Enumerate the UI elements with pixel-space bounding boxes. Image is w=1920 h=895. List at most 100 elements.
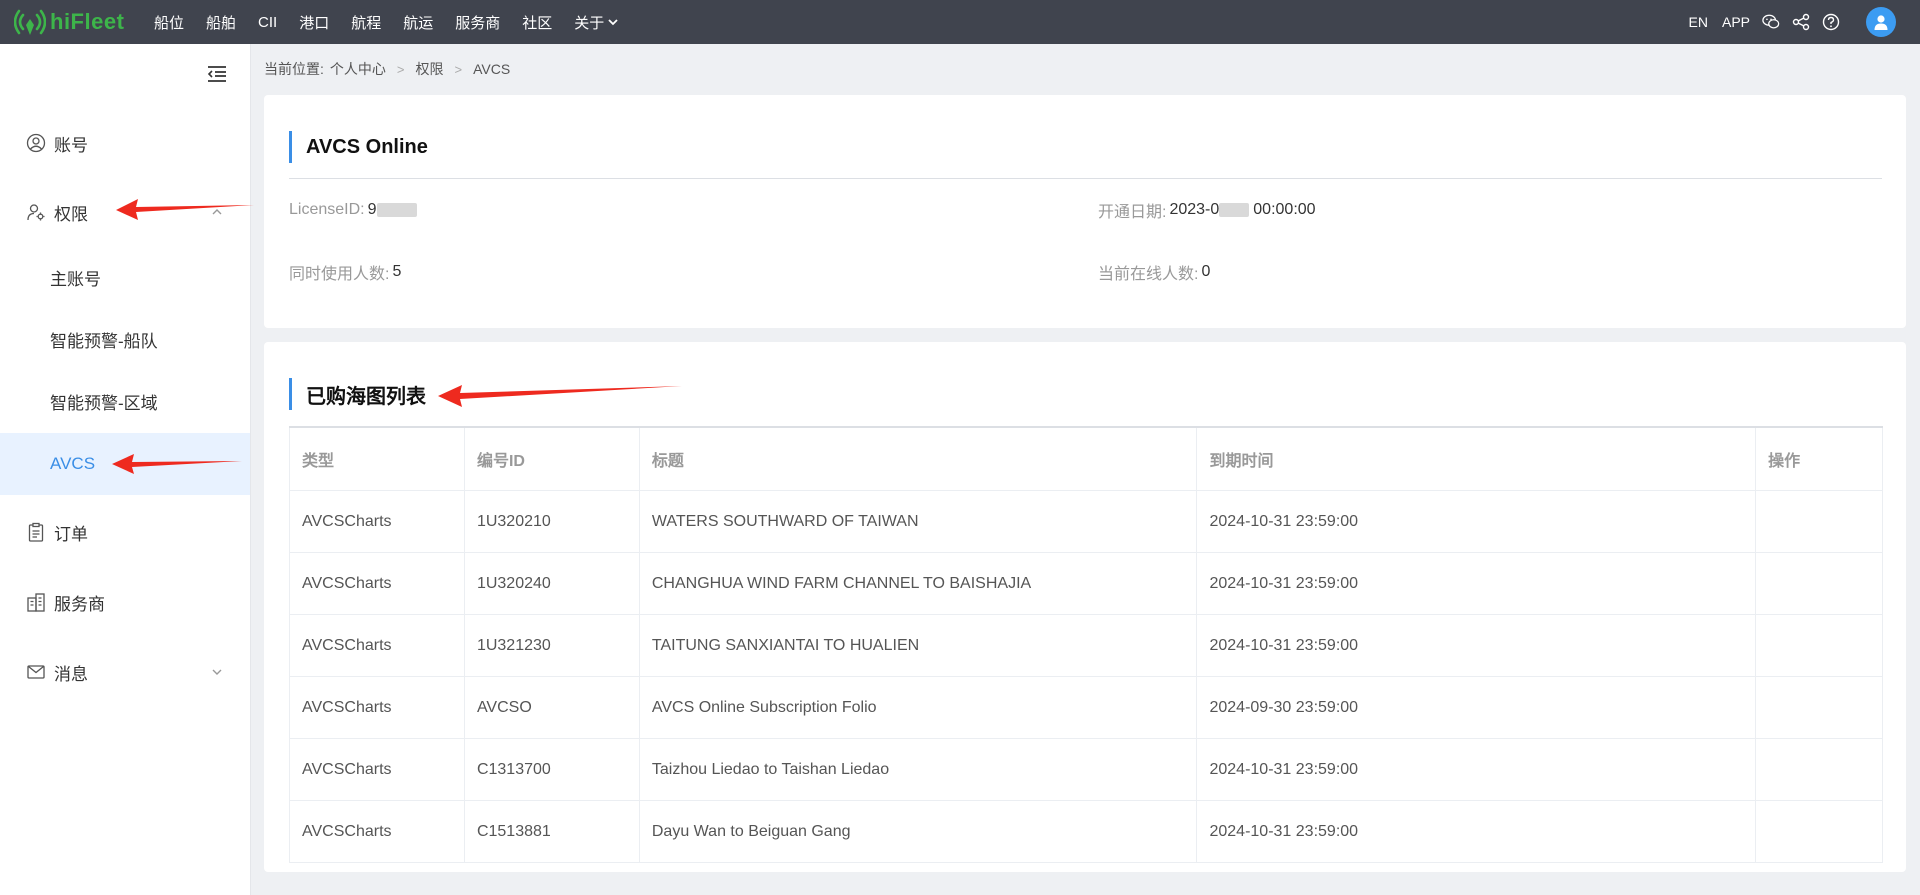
nav-item-ships[interactable]: 船舶 [195,12,247,33]
cell-actions [1755,738,1883,801]
redaction-mask [376,203,417,217]
nav-item-position[interactable]: 船位 [143,12,195,33]
cell-type: AVCSCharts [289,490,465,553]
cell-id: C1313700 [463,738,640,801]
redaction-mask [1219,203,1250,217]
cell-actions [1755,490,1883,553]
breadcrumb-separator-icon: > [454,61,463,77]
cell-id: 1U320210 [463,490,640,553]
cell-title: WATERS SOUTHWARD OF TAIWAN [638,490,1198,553]
sidebar: 账号 权限 主账号 智能预警-船队 智能预警-区域 AVCS 订单 服务商 消息 [0,44,251,895]
cell-id: 1U321230 [463,614,640,677]
user-avatar[interactable] [1866,7,1896,37]
sidebar-item-service-provider[interactable]: 服务商 [0,574,250,630]
sidebar-item-label: 消息 [54,664,88,684]
nav-about-label: 关于 [574,14,605,32]
nav-item-service-provider[interactable]: 服务商 [444,12,511,33]
sidebar-item-messages[interactable]: 消息 [0,644,250,700]
column-header-type: 类型 [289,426,465,491]
sidebar-subitem-fleet-alert[interactable]: 智能预警-船队 [0,308,250,370]
cell-type: AVCSCharts [289,676,465,739]
nav-item-cii[interactable]: CII [247,14,288,31]
breadcrumb-separator-icon: > [396,61,405,77]
breadcrumb: 当前位置: 个人中心 > 权限 > AVCS [264,56,510,82]
table-row: AVCSCharts AVCSO AVCS Online Subscriptio… [289,676,1883,739]
breadcrumb-prefix: 当前位置: [264,61,324,77]
sidebar-subitem-avcs[interactable]: AVCS [0,433,250,495]
online-users-label: 当前在线人数: [1098,266,1199,283]
menu-fold-icon[interactable] [206,65,228,83]
table-header-row: 类型 编号ID 标题 到期时间 操作 [289,426,1883,491]
cell-expiry: 2024-10-31 23:59:00 [1196,552,1757,615]
divider [289,178,1882,179]
cell-title: CHANGHUA WIND FARM CHANNEL TO BAISHAJIA [638,552,1198,615]
app-link[interactable]: APP [1722,14,1750,30]
open-date-field: 开通日期: 2023-0 00:00:00 [1098,198,1316,222]
sidebar-subitem-main-account[interactable]: 主账号 [0,246,250,308]
column-header-id: 编号ID [463,426,640,491]
table-row: AVCSCharts C1313700 Taizhou Liedao to Ta… [289,738,1883,801]
cell-title: Taizhou Liedao to Taishan Liedao [638,738,1198,801]
cell-type: AVCSCharts [289,614,465,677]
nav-item-about[interactable]: 关于 [563,12,630,33]
mail-icon [26,662,46,682]
breadcrumb-item-permission[interactable]: 权限 [415,59,443,79]
nav-item-voyage[interactable]: 航程 [340,12,392,33]
online-users-value: 0 [1201,263,1211,280]
cell-id: C1513881 [463,800,640,863]
sidebar-item-label: 订单 [54,524,88,544]
sidebar-item-label: 账号 [54,135,88,155]
wechat-icon[interactable] [1762,13,1780,31]
chevron-up-icon [212,209,222,215]
sidebar-item-account[interactable]: 账号 [0,115,250,171]
open-date-time: 00:00:00 [1253,201,1316,218]
user-circle-icon [26,133,46,153]
top-navbar: hiFleet 船位 船舶 CII 港口 航程 航运 服务商 社区 关于 EN … [0,0,1920,44]
cell-expiry: 2024-10-31 23:59:00 [1196,490,1757,553]
cell-type: AVCSCharts [289,800,465,863]
license-id-label: LicenseID: [289,201,365,218]
cell-expiry: 2024-10-31 23:59:00 [1196,800,1757,863]
cell-expiry: 2024-10-31 23:59:00 [1196,738,1757,801]
cell-type: AVCSCharts [289,738,465,801]
sidebar-item-orders[interactable]: 订单 [0,504,250,560]
sidebar-item-label: 权限 [54,204,88,224]
charts-table: 类型 编号ID 标题 到期时间 操作 AVCSCharts 1U320210 W… [289,426,1883,863]
chevron-down-icon [212,669,222,675]
cell-title: TAITUNG SANXIANTAI TO HUALIEN [638,614,1198,677]
language-switch[interactable]: EN [1689,14,1708,30]
brand-logo[interactable]: hiFleet [14,6,124,38]
cell-id: AVCSO [463,676,640,739]
help-icon[interactable] [1822,13,1840,31]
table-row: AVCSCharts 1U320240 CHANGHUA WIND FARM C… [289,552,1883,615]
brand-name: hiFleet [50,9,125,34]
building-icon [26,592,46,612]
table-row: AVCSCharts 1U321230 TAITUNG SANXIANTAI T… [289,614,1883,677]
online-users-field: 当前在线人数: 0 [1098,260,1210,284]
license-id-field: LicenseID: 9 [289,198,417,222]
sidebar-item-label: 服务商 [54,594,105,614]
nav-item-community[interactable]: 社区 [511,12,563,33]
cell-actions [1755,552,1883,615]
sidebar-item-permission[interactable]: 权限 [0,184,250,240]
cell-actions [1755,614,1883,677]
concurrent-users-label: 同时使用人数: [289,266,390,283]
license-card: AVCS Online LicenseID: 9 开通日期: 2023-0 00… [264,95,1906,328]
nav-item-ports[interactable]: 港口 [288,12,340,33]
license-id-value: 9 [367,201,377,218]
concurrent-users-field: 同时使用人数: 5 [289,260,401,284]
cell-title: Dayu Wan to Beiguan Gang [638,800,1198,863]
share-icon[interactable] [1792,13,1810,31]
nav-item-shipping[interactable]: 航运 [392,12,444,33]
table-row: AVCSCharts C1513881 Dayu Wan to Beiguan … [289,800,1883,863]
chevron-down-icon [608,19,618,26]
column-header-actions: 操作 [1755,426,1883,491]
main-nav: 船位 船舶 CII 港口 航程 航运 服务商 社区 关于 [143,0,630,44]
purchased-charts-title: 已购海图列表 [289,378,426,410]
user-gear-icon [26,202,46,222]
cell-type: AVCSCharts [289,552,465,615]
cell-expiry: 2024-09-30 23:59:00 [1196,676,1757,739]
cell-actions [1755,800,1883,863]
breadcrumb-item-personal-center[interactable]: 个人中心 [330,59,386,79]
sidebar-subitem-area-alert[interactable]: 智能预警-区域 [0,370,250,432]
